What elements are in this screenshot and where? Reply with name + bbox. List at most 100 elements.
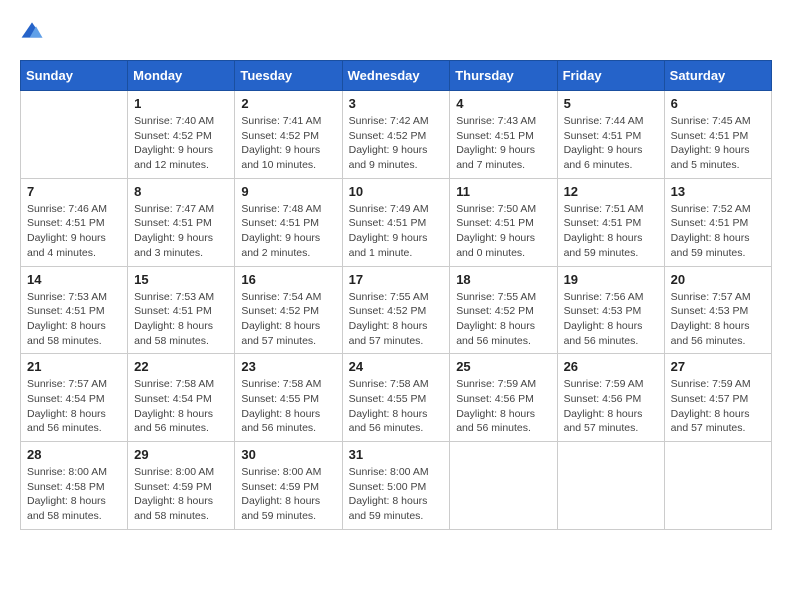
day-info: Sunrise: 7:48 AM Sunset: 4:51 PM Dayligh… [241,202,335,261]
calendar-cell: 9 Sunrise: 7:48 AM Sunset: 4:51 PM Daylig… [235,178,342,266]
day-info: Sunrise: 7:44 AM Sunset: 4:51 PM Dayligh… [564,114,658,173]
day-info: Sunrise: 7:54 AM Sunset: 4:52 PM Dayligh… [241,290,335,349]
day-info: Sunrise: 8:00 AM Sunset: 4:59 PM Dayligh… [241,465,335,524]
day-number: 22 [134,359,228,374]
day-info: Sunrise: 7:59 AM Sunset: 4:57 PM Dayligh… [671,377,765,436]
day-info: Sunrise: 7:58 AM Sunset: 4:55 PM Dayligh… [241,377,335,436]
calendar-cell: 19 Sunrise: 7:56 AM Sunset: 4:53 PM Dayli… [557,266,664,354]
day-info: Sunrise: 7:51 AM Sunset: 4:51 PM Dayligh… [564,202,658,261]
day-info: Sunrise: 7:55 AM Sunset: 4:52 PM Dayligh… [456,290,550,349]
calendar-cell: 12 Sunrise: 7:51 AM Sunset: 4:51 PM Dayli… [557,178,664,266]
weekday-header-row: SundayMondayTuesdayWednesdayThursdayFrid… [21,61,772,91]
day-number: 29 [134,447,228,462]
calendar-cell: 28 Sunrise: 8:00 AM Sunset: 4:58 PM Dayli… [21,442,128,530]
week-row-5: 28 Sunrise: 8:00 AM Sunset: 4:58 PM Dayli… [21,442,772,530]
day-number: 11 [456,184,550,199]
day-info: Sunrise: 8:00 AM Sunset: 5:00 PM Dayligh… [349,465,444,524]
day-number: 25 [456,359,550,374]
day-number: 7 [27,184,121,199]
day-number: 15 [134,272,228,287]
day-info: Sunrise: 7:57 AM Sunset: 4:54 PM Dayligh… [27,377,121,436]
calendar: SundayMondayTuesdayWednesdayThursdayFrid… [20,60,772,530]
calendar-cell: 5 Sunrise: 7:44 AM Sunset: 4:51 PM Daylig… [557,91,664,179]
day-info: Sunrise: 7:58 AM Sunset: 4:54 PM Dayligh… [134,377,228,436]
day-number: 9 [241,184,335,199]
day-number: 19 [564,272,658,287]
calendar-cell: 29 Sunrise: 8:00 AM Sunset: 4:59 PM Dayli… [128,442,235,530]
weekday-header-monday: Monday [128,61,235,91]
day-number: 16 [241,272,335,287]
day-info: Sunrise: 7:49 AM Sunset: 4:51 PM Dayligh… [349,202,444,261]
day-info: Sunrise: 7:56 AM Sunset: 4:53 PM Dayligh… [564,290,658,349]
week-row-2: 7 Sunrise: 7:46 AM Sunset: 4:51 PM Daylig… [21,178,772,266]
day-number: 6 [671,96,765,111]
calendar-cell [664,442,771,530]
day-number: 8 [134,184,228,199]
calendar-cell: 8 Sunrise: 7:47 AM Sunset: 4:51 PM Daylig… [128,178,235,266]
day-info: Sunrise: 7:59 AM Sunset: 4:56 PM Dayligh… [564,377,658,436]
calendar-cell: 6 Sunrise: 7:45 AM Sunset: 4:51 PM Daylig… [664,91,771,179]
day-number: 5 [564,96,658,111]
day-number: 12 [564,184,658,199]
day-info: Sunrise: 8:00 AM Sunset: 4:58 PM Dayligh… [27,465,121,524]
calendar-cell: 10 Sunrise: 7:49 AM Sunset: 4:51 PM Dayli… [342,178,450,266]
day-number: 27 [671,359,765,374]
day-info: Sunrise: 7:57 AM Sunset: 4:53 PM Dayligh… [671,290,765,349]
day-number: 21 [27,359,121,374]
weekday-header-thursday: Thursday [450,61,557,91]
calendar-cell [450,442,557,530]
calendar-cell: 31 Sunrise: 8:00 AM Sunset: 5:00 PM Dayli… [342,442,450,530]
calendar-cell: 24 Sunrise: 7:58 AM Sunset: 4:55 PM Dayli… [342,354,450,442]
day-number: 26 [564,359,658,374]
weekday-header-saturday: Saturday [664,61,771,91]
week-row-3: 14 Sunrise: 7:53 AM Sunset: 4:51 PM Dayli… [21,266,772,354]
calendar-cell: 7 Sunrise: 7:46 AM Sunset: 4:51 PM Daylig… [21,178,128,266]
day-number: 31 [349,447,444,462]
calendar-cell: 25 Sunrise: 7:59 AM Sunset: 4:56 PM Dayli… [450,354,557,442]
day-number: 13 [671,184,765,199]
calendar-cell: 1Sunrise: 7:40 AM Sunset: 4:52 PM Daylig… [128,91,235,179]
day-number: 18 [456,272,550,287]
day-number: 24 [349,359,444,374]
day-info: Sunrise: 7:50 AM Sunset: 4:51 PM Dayligh… [456,202,550,261]
day-info: Sunrise: 7:55 AM Sunset: 4:52 PM Dayligh… [349,290,444,349]
calendar-cell: 2Sunrise: 7:41 AM Sunset: 4:52 PM Daylig… [235,91,342,179]
calendar-cell: 13 Sunrise: 7:52 AM Sunset: 4:51 PM Dayli… [664,178,771,266]
day-number: 1 [134,96,228,111]
day-info: Sunrise: 7:53 AM Sunset: 4:51 PM Dayligh… [27,290,121,349]
weekday-header-wednesday: Wednesday [342,61,450,91]
day-info: Sunrise: 7:46 AM Sunset: 4:51 PM Dayligh… [27,202,121,261]
day-number: 14 [27,272,121,287]
day-info: Sunrise: 7:42 AM Sunset: 4:52 PM Dayligh… [349,114,444,173]
day-info: Sunrise: 7:52 AM Sunset: 4:51 PM Dayligh… [671,202,765,261]
day-info: Sunrise: 7:59 AM Sunset: 4:56 PM Dayligh… [456,377,550,436]
day-number: 17 [349,272,444,287]
calendar-cell: 15 Sunrise: 7:53 AM Sunset: 4:51 PM Dayli… [128,266,235,354]
calendar-cell: 16 Sunrise: 7:54 AM Sunset: 4:52 PM Dayli… [235,266,342,354]
calendar-cell: 20 Sunrise: 7:57 AM Sunset: 4:53 PM Dayli… [664,266,771,354]
day-number: 10 [349,184,444,199]
calendar-cell: 22 Sunrise: 7:58 AM Sunset: 4:54 PM Dayli… [128,354,235,442]
day-info: Sunrise: 7:58 AM Sunset: 4:55 PM Dayligh… [349,377,444,436]
calendar-cell: 27 Sunrise: 7:59 AM Sunset: 4:57 PM Dayli… [664,354,771,442]
weekday-header-sunday: Sunday [21,61,128,91]
calendar-cell [557,442,664,530]
calendar-cell: 21 Sunrise: 7:57 AM Sunset: 4:54 PM Dayli… [21,354,128,442]
day-number: 28 [27,447,121,462]
day-number: 30 [241,447,335,462]
day-number: 20 [671,272,765,287]
day-info: Sunrise: 7:53 AM Sunset: 4:51 PM Dayligh… [134,290,228,349]
day-info: Sunrise: 7:47 AM Sunset: 4:51 PM Dayligh… [134,202,228,261]
day-info: Sunrise: 7:45 AM Sunset: 4:51 PM Dayligh… [671,114,765,173]
calendar-cell: 23 Sunrise: 7:58 AM Sunset: 4:55 PM Dayli… [235,354,342,442]
week-row-4: 21 Sunrise: 7:57 AM Sunset: 4:54 PM Dayli… [21,354,772,442]
logo [20,20,48,44]
calendar-cell: 18 Sunrise: 7:55 AM Sunset: 4:52 PM Dayli… [450,266,557,354]
day-info: Sunrise: 8:00 AM Sunset: 4:59 PM Dayligh… [134,465,228,524]
weekday-header-friday: Friday [557,61,664,91]
calendar-cell: 4Sunrise: 7:43 AM Sunset: 4:51 PM Daylig… [450,91,557,179]
day-info: Sunrise: 7:41 AM Sunset: 4:52 PM Dayligh… [241,114,335,173]
calendar-cell: 30 Sunrise: 8:00 AM Sunset: 4:59 PM Dayli… [235,442,342,530]
day-number: 3 [349,96,444,111]
day-number: 23 [241,359,335,374]
